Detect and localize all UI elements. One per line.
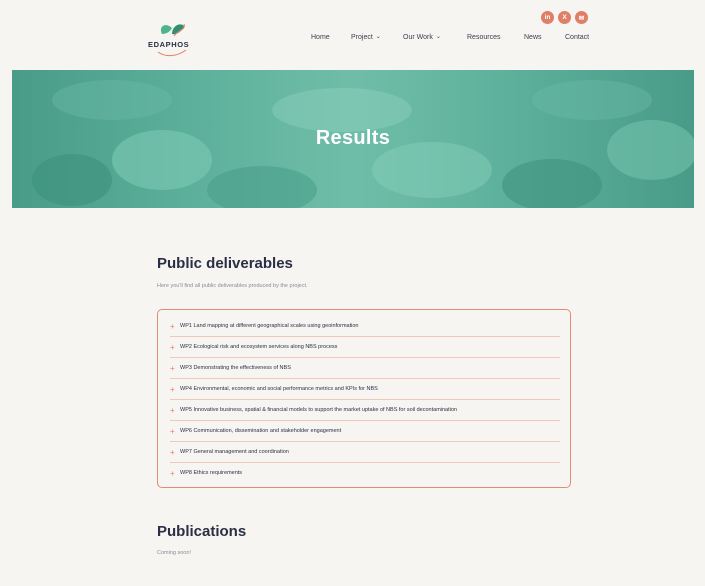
accordion-item-wp3[interactable]: + WP3 Demonstrating the effectiveness of… <box>170 358 560 379</box>
publications-heading: Publications <box>157 523 247 540</box>
email-icon[interactable]: ✉ <box>575 11 588 24</box>
nav-resources[interactable]: Resources <box>467 34 500 41</box>
accordion-item-label: WP1 Land mapping at different geographic… <box>180 323 359 329</box>
nav-contact-label: Contact <box>565 34 590 41</box>
plus-icon: + <box>170 342 175 352</box>
plus-icon: + <box>170 426 175 436</box>
accordion-item-label: WP7 General management and coordination <box>180 449 289 455</box>
nav-our-work-label: Our Work <box>403 34 433 41</box>
plus-icon: + <box>170 321 175 331</box>
accordion-item-wp2[interactable]: + WP2 Ecological risk and ecosystem serv… <box>170 337 560 358</box>
deliverables-accordion: + WP1 Land mapping at different geograph… <box>157 309 571 488</box>
nav-our-work[interactable]: Our Work ⌄ <box>403 34 441 41</box>
social-links: in X ✉ <box>541 11 588 24</box>
publications-text: Coming soon! <box>157 550 191 556</box>
hero-banner: Results <box>12 70 694 208</box>
plus-icon: + <box>170 384 175 394</box>
accordion-item-wp1[interactable]: + WP1 Land mapping at different geograph… <box>170 316 560 337</box>
nav-contact[interactable]: Contact <box>565 34 589 41</box>
site-header: EDAPHOS in X ✉ Home Project ⌄ Our Work ⌄ R… <box>0 0 705 70</box>
accordion-item-wp6[interactable]: + WP6 Communication, dissemination and s… <box>170 421 560 442</box>
nav-news-label: News <box>524 34 542 41</box>
accordion-item-label: WP3 Demonstrating the effectiveness of N… <box>180 365 291 371</box>
accordion-item-wp7[interactable]: + WP7 General management and coordinatio… <box>170 442 560 463</box>
linkedin-icon[interactable]: in <box>541 11 554 24</box>
nav-news[interactable]: News <box>524 34 542 41</box>
chevron-down-icon: ⌄ <box>375 34 381 40</box>
accordion-item-wp8[interactable]: + WP8 Ethics requirements <box>170 463 560 483</box>
nav-project-label: Project <box>351 34 373 41</box>
accordion-item-label: WP6 Communication, dissemination and sta… <box>180 428 342 434</box>
chevron-down-icon: ⌄ <box>435 34 441 40</box>
x-icon[interactable]: X <box>558 11 571 24</box>
plus-icon: + <box>170 363 175 373</box>
accordion-item-wp5[interactable]: + WP5 Innovative business, spatial & fin… <box>170 400 560 421</box>
main-nav: Home Project ⌄ Our Work ⌄ Resources News C… <box>0 34 705 46</box>
plus-icon: + <box>170 468 175 478</box>
deliverables-heading: Public deliverables <box>157 255 293 272</box>
nav-project[interactable]: Project ⌄ <box>351 34 381 41</box>
accordion-item-label: WP4 Environmental, economic and social p… <box>180 386 378 392</box>
plus-icon: + <box>170 405 175 415</box>
nav-home-label: Home <box>311 34 330 41</box>
nav-resources-label: Resources <box>467 34 501 41</box>
deliverables-intro: Here you'll find all public deliverables… <box>157 283 308 289</box>
page-title: Results <box>315 127 391 149</box>
plus-icon: + <box>170 447 175 457</box>
accordion-item-wp4[interactable]: + WP4 Environmental, economic and social… <box>170 379 560 400</box>
nav-home[interactable]: Home <box>311 34 330 41</box>
accordion-item-label: WP2 Ecological risk and ecosystem servic… <box>180 344 338 350</box>
accordion-item-label: WP8 Ethics requirements <box>180 470 243 476</box>
accordion-item-label: WP5 Innovative business, spatial & finan… <box>180 407 457 413</box>
